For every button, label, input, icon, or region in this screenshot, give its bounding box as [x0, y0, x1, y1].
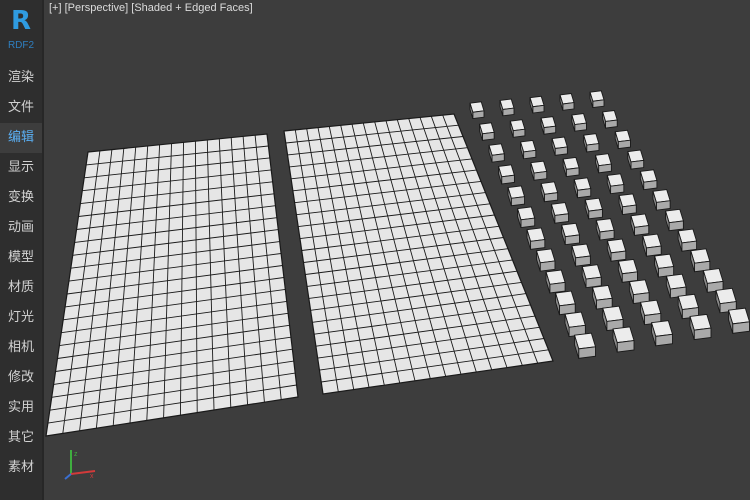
box-mesh[interactable]	[530, 160, 548, 181]
box-mesh[interactable]	[584, 197, 603, 220]
box-mesh[interactable]	[540, 116, 557, 135]
box-mesh[interactable]	[606, 173, 625, 195]
box-mesh[interactable]	[594, 153, 612, 174]
box-mesh[interactable]	[690, 248, 711, 273]
sidebar-item-edit[interactable]: 编辑	[0, 123, 42, 153]
box-mesh[interactable]	[545, 269, 566, 294]
box-mesh[interactable]	[602, 305, 624, 332]
box-mesh[interactable]	[573, 332, 597, 359]
svg-text:x: x	[90, 473, 94, 480]
box-mesh[interactable]	[617, 258, 639, 283]
box-mesh[interactable]	[639, 169, 658, 191]
box-mesh[interactable]	[573, 177, 592, 199]
box-mesh[interactable]	[516, 206, 536, 229]
box-mesh[interactable]	[618, 193, 637, 216]
box-mesh[interactable]	[469, 101, 485, 120]
box-mesh[interactable]	[589, 90, 605, 109]
box-mesh[interactable]	[639, 299, 662, 326]
box-mesh[interactable]	[677, 293, 700, 320]
box-mesh[interactable]	[595, 218, 615, 241]
logo-subtitle: RDF2	[7, 40, 35, 51]
sidebar-item-utility[interactable]: 实用	[0, 393, 42, 423]
box-mesh[interactable]	[628, 279, 650, 305]
axis-gizmo-icon: z x	[64, 450, 96, 480]
box-mesh[interactable]	[715, 287, 737, 314]
box-mesh[interactable]	[529, 95, 545, 114]
box-mesh[interactable]	[606, 238, 627, 262]
sidebar-item-model[interactable]: 模型	[0, 243, 42, 273]
box-mesh[interactable]	[591, 284, 613, 310]
box-mesh[interactable]	[612, 326, 635, 353]
sidebar-item-other[interactable]: 其它	[0, 423, 42, 453]
sidebar-item-file[interactable]: 文件	[0, 93, 42, 123]
box-mesh[interactable]	[652, 189, 671, 211]
box-mesh[interactable]	[562, 156, 580, 178]
sidebar-item-animation[interactable]: 动画	[0, 213, 42, 243]
box-mesh[interactable]	[650, 320, 674, 347]
logo-letter: R	[10, 6, 32, 36]
box-mesh[interactable]	[642, 233, 662, 257]
sidebar-item-material[interactable]: 材质	[0, 273, 42, 303]
box-mesh[interactable]	[677, 228, 698, 252]
box-mesh[interactable]	[535, 248, 556, 272]
box-mesh[interactable]	[665, 273, 687, 299]
sidebar-item-assets[interactable]: 素材	[0, 453, 42, 483]
sidebar-item-display[interactable]: 显示	[0, 153, 42, 183]
box-mesh[interactable]	[478, 122, 495, 141]
box-mesh[interactable]	[509, 119, 526, 138]
plane-mesh-middle[interactable]	[283, 113, 554, 395]
box-mesh[interactable]	[499, 98, 515, 117]
sidebar-item-render[interactable]: 渲染	[0, 63, 42, 93]
box-mesh[interactable]	[564, 311, 586, 338]
box-mesh[interactable]	[727, 307, 750, 334]
sidebar-item-modify[interactable]: 修改	[0, 363, 42, 393]
sidebar-item-transform[interactable]: 变换	[0, 183, 42, 213]
box-mesh[interactable]	[571, 243, 591, 267]
box-mesh[interactable]	[554, 290, 576, 316]
box-mesh[interactable]	[488, 143, 505, 163]
box-mesh[interactable]	[583, 133, 600, 153]
sidebar: R RDF2 渲染 文件 编辑 显示 变换 动画 模型 材质 灯光 相机 修改 …	[0, 0, 44, 500]
box-mesh[interactable]	[559, 93, 575, 111]
box-mesh[interactable]	[561, 222, 581, 246]
sidebar-menu: 渲染 文件 编辑 显示 变换 动画 模型 材质 灯光 相机 修改 实用 其它 素…	[0, 63, 42, 483]
viewport-scene[interactable]: z x	[44, 0, 750, 500]
sidebar-item-camera[interactable]: 相机	[0, 333, 42, 363]
box-mesh[interactable]	[497, 164, 515, 185]
app-logo: R RDF2	[0, 6, 42, 52]
box-mesh[interactable]	[602, 110, 618, 129]
app-window: R RDF2 渲染 文件 编辑 显示 变换 动画 模型 材质 灯光 相机 修改 …	[0, 0, 750, 500]
svg-text:z: z	[74, 451, 78, 458]
sidebar-item-light[interactable]: 灯光	[0, 303, 42, 333]
box-mesh[interactable]	[571, 113, 588, 132]
box-mesh[interactable]	[689, 313, 712, 341]
box-mesh[interactable]	[540, 181, 559, 203]
box-mesh[interactable]	[664, 208, 684, 232]
box-mesh[interactable]	[551, 136, 568, 156]
box-mesh[interactable]	[653, 253, 675, 278]
plane-mesh-left[interactable]	[45, 133, 299, 437]
box-mesh[interactable]	[519, 139, 537, 160]
box-mesh[interactable]	[550, 202, 570, 224]
box-mesh[interactable]	[627, 149, 645, 170]
box-mesh[interactable]	[630, 213, 650, 236]
box-mesh[interactable]	[581, 264, 602, 289]
box-mesh[interactable]	[507, 185, 526, 207]
box-mesh[interactable]	[702, 268, 724, 293]
viewport-perspective[interactable]: [+] [Perspective] [Shaded + Edged Faces]…	[44, 0, 750, 500]
box-mesh[interactable]	[526, 227, 546, 250]
box-mesh[interactable]	[614, 129, 632, 150]
